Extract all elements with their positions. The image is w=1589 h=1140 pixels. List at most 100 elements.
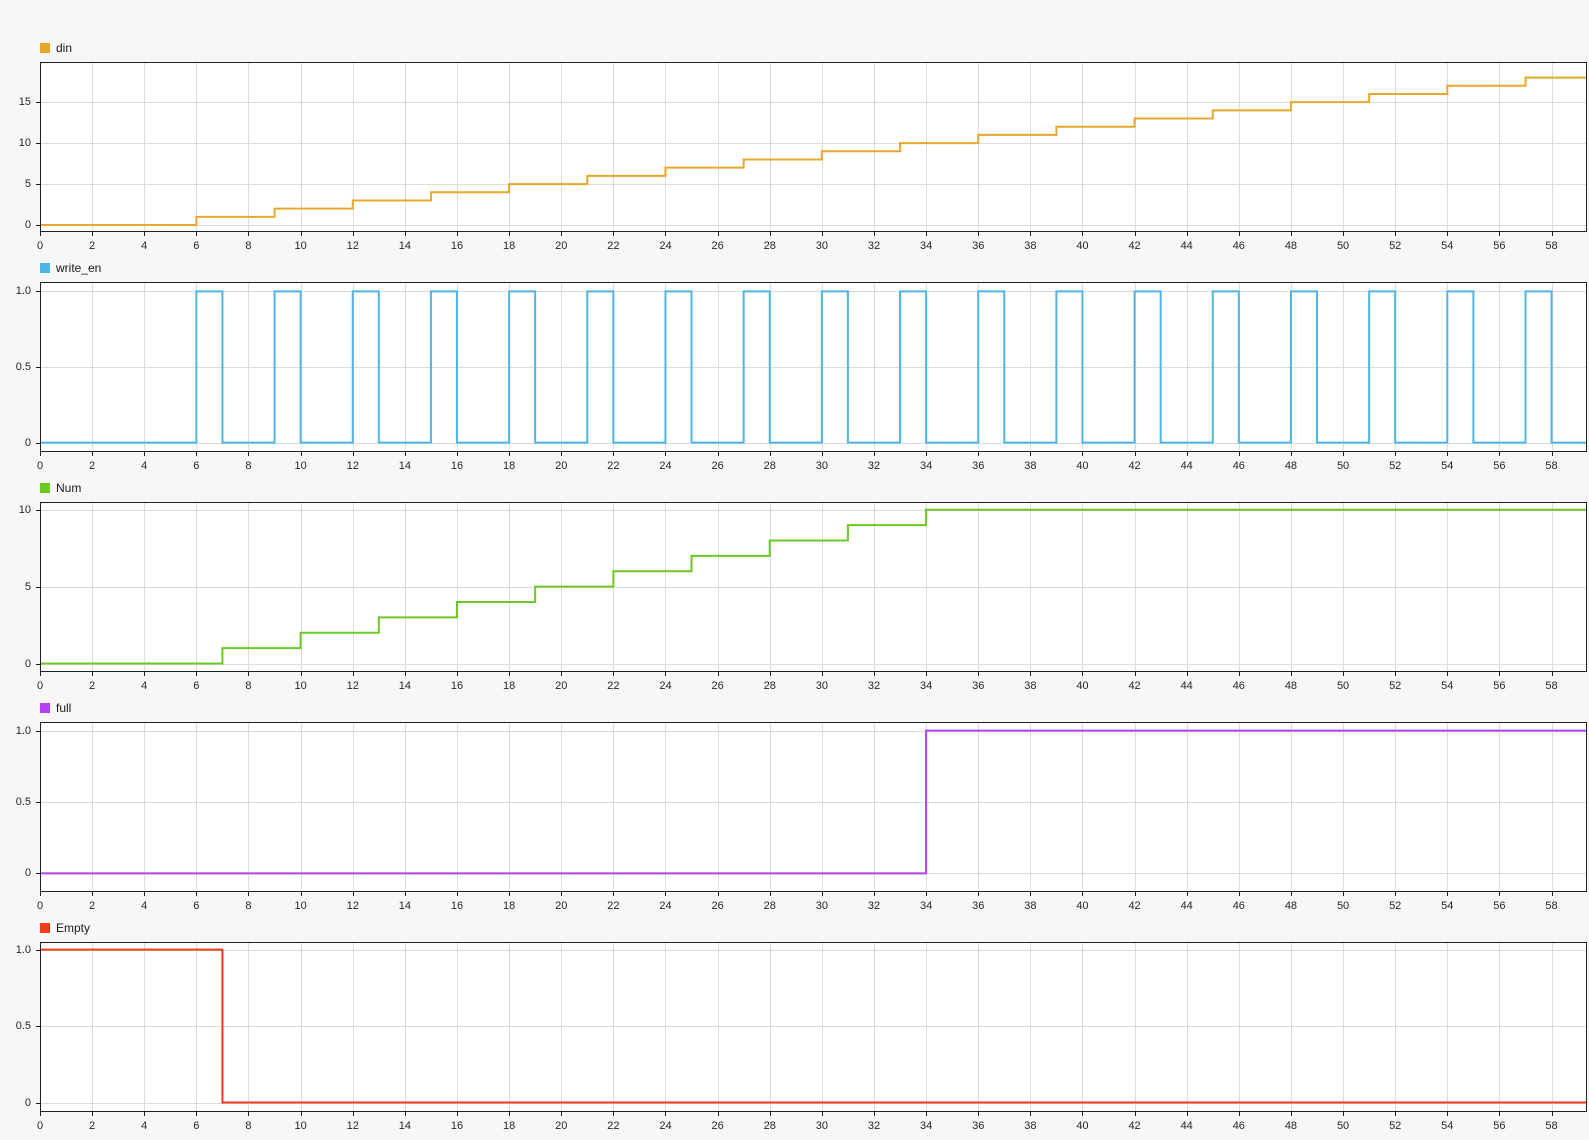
x-tick-label: 42 — [1128, 1120, 1141, 1132]
x-tick-label: 16 — [450, 900, 464, 912]
legend-label-full: full — [56, 700, 72, 715]
x-tick-label: 36 — [972, 460, 985, 472]
waveform-plot-num[interactable] — [35, 502, 1589, 678]
x-tick-label: 56 — [1493, 1120, 1506, 1132]
x-tick-label: 4 — [141, 460, 148, 472]
x-tick-label: 4 — [141, 680, 148, 692]
x-tick-label: 46 — [1232, 680, 1245, 692]
x-tick-label: 22 — [607, 900, 620, 912]
x-tick-label: 10 — [294, 460, 307, 472]
legend-swatch-empty — [40, 922, 50, 933]
legend-label-din: din — [56, 40, 73, 55]
x-tick-label: 48 — [1284, 680, 1298, 692]
y-tick-label: 0 — [24, 436, 31, 449]
waveform-plot-full[interactable] — [35, 722, 1589, 898]
x-tick-label: 36 — [972, 680, 985, 692]
x-tick-label: 12 — [346, 240, 359, 252]
y-tick-label: 0 — [24, 219, 31, 232]
x-tick-label: 38 — [1024, 680, 1037, 692]
x-tick-label: 10 — [294, 1120, 307, 1132]
x-tick-label: 44 — [1180, 240, 1193, 252]
x-tick-label: 42 — [1128, 240, 1141, 252]
x-tick-label: 28 — [763, 680, 776, 692]
y-tick-label: 0 — [24, 657, 31, 670]
x-tick-label: 54 — [1441, 900, 1454, 912]
x-tick-label: 12 — [346, 900, 359, 912]
x-tick-label: 6 — [193, 900, 200, 912]
x-tick-label: 2 — [89, 1120, 96, 1132]
x-tick-label: 50 — [1336, 240, 1350, 252]
x-tick-label: 42 — [1128, 900, 1141, 912]
x-tick-label: 26 — [711, 900, 724, 912]
x-tick-label: 34 — [919, 1120, 933, 1132]
x-tick-label: 36 — [972, 900, 985, 912]
x-tick-label: 50 — [1336, 680, 1350, 692]
y-tick-label: 1.0 — [15, 724, 31, 737]
x-tick-label: 52 — [1389, 900, 1402, 912]
x-tick-label: 24 — [659, 240, 672, 252]
x-tick-label: 28 — [763, 900, 776, 912]
x-tick-label: 34 — [919, 240, 933, 252]
x-tick-label: 18 — [502, 460, 516, 472]
x-tick-label: 22 — [607, 680, 620, 692]
x-tick-label: 6 — [193, 240, 200, 252]
x-tick-label: 8 — [245, 900, 252, 912]
x-tick-label: 30 — [815, 460, 828, 472]
x-tick-label: 46 — [1232, 1120, 1245, 1132]
x-tick-label: 54 — [1441, 460, 1454, 472]
x-tick-label: 26 — [711, 1120, 724, 1132]
waveform-plot-write-en[interactable] — [35, 282, 1589, 458]
x-tick-label: 36 — [972, 240, 985, 252]
legend-full: full — [40, 700, 71, 715]
x-tick-label: 12 — [346, 680, 359, 692]
y-tick-label: 0 — [24, 1096, 31, 1109]
x-tick-label: 32 — [867, 900, 881, 912]
x-tick-label: 28 — [763, 460, 776, 472]
x-tick-label: 22 — [607, 460, 620, 472]
legend-swatch-num — [40, 482, 50, 493]
x-tick-label: 32 — [867, 1120, 881, 1132]
x-tick-label: 52 — [1389, 680, 1402, 692]
x-tick-label: 8 — [245, 1120, 252, 1132]
x-tick-label: 52 — [1389, 240, 1402, 252]
x-tick-label: 0 — [36, 460, 44, 472]
x-tick-label: 26 — [711, 460, 724, 472]
x-tick-label: 30 — [815, 1120, 828, 1132]
y-tick-label: 0.5 — [15, 361, 31, 373]
x-tick-label: 4 — [141, 900, 148, 912]
x-tick-label: 24 — [659, 460, 672, 472]
legend-swatch-write-en — [40, 262, 50, 273]
x-tick-label: 2 — [89, 240, 96, 252]
x-tick-label: 20 — [555, 240, 568, 252]
x-tick-label: 16 — [450, 1120, 464, 1132]
x-tick-label: 14 — [398, 240, 411, 252]
y-tick-label: 10 — [18, 137, 31, 150]
waveform-plot-din[interactable] — [35, 62, 1589, 238]
waveform-plot-empty[interactable] — [35, 942, 1589, 1118]
x-tick-label: 14 — [398, 680, 411, 692]
x-tick-label: 0 — [36, 240, 44, 252]
x-tick-label: 12 — [346, 1120, 359, 1132]
legend-empty: Empty — [40, 920, 90, 935]
x-tick-label: 14 — [398, 900, 411, 912]
x-tick-label: 56 — [1493, 240, 1506, 252]
x-tick-label: 56 — [1493, 900, 1506, 912]
x-tick-label: 24 — [659, 900, 672, 912]
x-tick-label: 38 — [1024, 240, 1037, 252]
signal-panel-write-en: write_en 0 0.5 1.0 0 2 4 6 8 10 12 14 16 18 20 22 24 26 28… — [0, 260, 1589, 480]
x-tick-label: 4 — [141, 1120, 148, 1132]
x-tick-label: 6 — [193, 680, 200, 692]
x-tick-label: 58 — [1545, 460, 1558, 472]
x-tick-label: 58 — [1545, 1120, 1558, 1132]
x-tick-label: 48 — [1284, 900, 1298, 912]
x-tick-label: 22 — [607, 240, 620, 252]
x-tick-label: 32 — [867, 460, 881, 472]
signal-panel-num: Num 0 5 10 0 2 4 6 8 10 12 14 16 18 20 22 24 26 28 30 32 34 36… — [0, 480, 1589, 700]
x-tick-label: 14 — [398, 460, 411, 472]
x-tick-label: 18 — [502, 1120, 516, 1132]
x-tick-label: 18 — [502, 680, 516, 692]
x-tick-label: 58 — [1545, 240, 1558, 252]
signal-panel-din: din 0 5 10 15 0 2 4 6 8 10 12 14 16 18 20 22 24 26 28 30 32 34… — [0, 40, 1589, 260]
x-tick-label: 10 — [294, 680, 307, 692]
x-tick-label: 12 — [346, 460, 359, 472]
